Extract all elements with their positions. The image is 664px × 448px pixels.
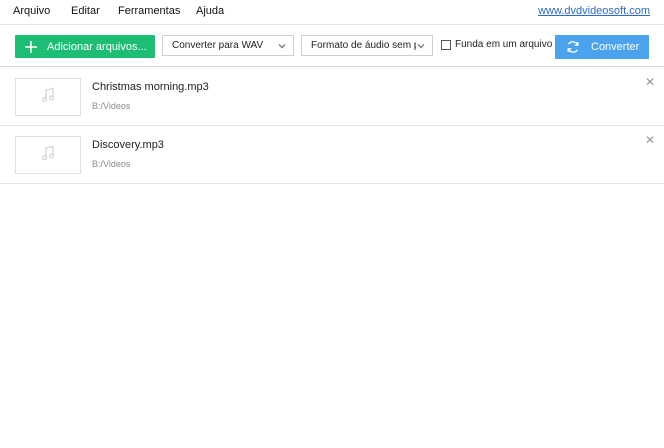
- checkbox-box[interactable]: [441, 39, 451, 50]
- refresh-icon: [555, 40, 591, 54]
- menu-ferramentas[interactable]: Ferramentas: [118, 5, 180, 17]
- convert-to-value: Converter para WAV: [172, 40, 264, 51]
- file-thumbnail: [15, 78, 81, 116]
- format-value: Formato de áudio sem perdas: [311, 40, 417, 51]
- file-name: Discovery.mp3: [92, 139, 164, 151]
- file-path: B:/Videos: [92, 101, 131, 111]
- toolbar: Adicionar arquivos... Converter para WAV…: [0, 24, 664, 67]
- file-thumbnail: [15, 136, 81, 174]
- website-link[interactable]: www.dvdvideosoft.com: [538, 5, 650, 17]
- file-row[interactable]: Christmas morning.mp3 B:/Videos ✕: [0, 68, 664, 126]
- menu-ajuda[interactable]: Ajuda: [196, 5, 224, 17]
- file-path: B:/Videos: [92, 159, 131, 169]
- add-files-button[interactable]: Adicionar arquivos...: [15, 35, 155, 58]
- menu-bar: Arquivo Editar Ferramentas Ajuda www.dvd…: [0, 0, 664, 24]
- menu-arquivo[interactable]: Arquivo: [13, 5, 50, 17]
- close-icon[interactable]: ✕: [645, 133, 655, 147]
- add-files-label: Adicionar arquivos...: [47, 40, 147, 53]
- chevron-down-icon: [416, 41, 426, 51]
- file-name: Christmas morning.mp3: [92, 81, 209, 93]
- menu-editar[interactable]: Editar: [71, 5, 100, 17]
- close-icon[interactable]: ✕: [645, 75, 655, 89]
- merge-checkbox[interactable]: Funda em um arquivo: [441, 39, 552, 50]
- chevron-down-icon: [277, 41, 287, 51]
- format-dropdown[interactable]: Formato de áudio sem perdas: [301, 35, 433, 56]
- music-note-icon: [41, 87, 55, 108]
- music-note-icon: [41, 145, 55, 166]
- plus-icon: [15, 40, 47, 54]
- file-row[interactable]: Discovery.mp3 B:/Videos ✕: [0, 126, 664, 184]
- merge-label: Funda em um arquivo: [455, 39, 553, 50]
- convert-label: Converter: [591, 41, 640, 53]
- convert-to-dropdown[interactable]: Converter para WAV: [162, 35, 294, 56]
- convert-button[interactable]: Converter: [555, 35, 649, 59]
